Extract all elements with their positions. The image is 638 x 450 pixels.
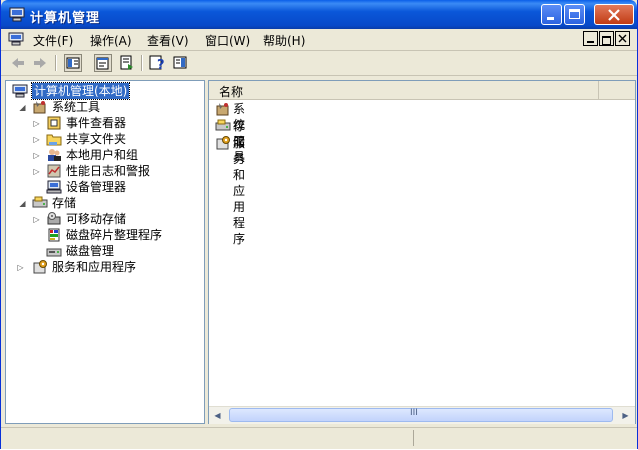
collapse-icon[interactable]: ◢ [18, 103, 27, 112]
services-apps-icon [33, 260, 47, 274]
export-list-icon[interactable] [118, 54, 136, 72]
removable-storage-icon [47, 212, 61, 225]
expand-icon[interactable]: ▷ [32, 119, 41, 128]
tree-item-label: 本地用户和组 [66, 148, 139, 162]
users-groups-icon [48, 149, 61, 161]
close-icon [608, 9, 620, 21]
tree-item-label: 设备管理器 [66, 180, 127, 194]
maximize-icon [569, 9, 580, 19]
disk-management-icon [46, 248, 62, 257]
menu-file[interactable]: 文件(F) [33, 32, 73, 49]
services-apps-icon [216, 136, 230, 150]
tree-item-label: 存储 [52, 196, 77, 210]
tree-item-label: 共享文件夹 [66, 132, 127, 146]
menu-bar: 文件(F) 操作(A) 查看(V) 窗口(W) 帮助(H) [1, 29, 637, 51]
properties-icon [96, 57, 109, 70]
mdi-close-button[interactable] [615, 31, 630, 46]
tree-item-label: 事件查看器 [66, 116, 127, 130]
tree-item-label: 磁盘碎片整理程序 [66, 228, 163, 242]
device-manager-icon [46, 180, 62, 194]
show-hide-action-pane-icon[interactable] [171, 54, 189, 72]
column-header-row: 名称 [209, 81, 635, 100]
scrollbar-grip: III [410, 408, 418, 418]
scroll-right-icon[interactable]: ▶ [617, 407, 634, 424]
scrollbar-thumb[interactable]: III [229, 408, 613, 422]
expand-icon[interactable]: ▷ [32, 151, 41, 160]
tree-item-perf-logs[interactable]: ▷ 性能日志和警报 [30, 163, 200, 179]
tree-item-system-tools[interactable]: ◢ 系统工具 [10, 99, 200, 115]
window-title: 计算机管理 [30, 11, 101, 26]
tree-item-label: 系统工具 [52, 100, 101, 114]
tree-item-storage[interactable]: ◢ 存储 [10, 195, 200, 211]
menu-window[interactable]: 窗口(W) [205, 32, 250, 49]
tree-item-defrag[interactable]: 磁盘碎片整理程序 [30, 227, 200, 243]
expand-icon[interactable]: ▷ [32, 135, 41, 144]
menu-action[interactable]: 操作(A) [90, 32, 132, 49]
column-header-name[interactable]: 名称 [209, 81, 599, 99]
tree-item-label: 服务和应用程序 [52, 260, 137, 274]
tree-item-disk-management[interactable]: 磁盘管理 [30, 243, 200, 259]
system-tools-icon [33, 101, 46, 114]
svg-text:?: ? [157, 58, 165, 72]
tree-root-label: 计算机管理(本地) [30, 82, 131, 100]
computer-management-window: 计算机管理 文件(F) 操作(A) 查看(V) 窗口(W) 帮助(H) ? 计算… [0, 0, 638, 449]
properties-button[interactable] [94, 54, 112, 72]
back-icon[interactable] [9, 54, 27, 72]
defrag-icon [48, 228, 60, 242]
details-pane[interactable]: 名称 系统工具 存储 服务和应用程序 ◀ III ▶ [208, 80, 636, 424]
computer-icon [9, 7, 25, 22]
toolbar-separator [55, 55, 57, 71]
column-header-label: 名称 [219, 85, 244, 99]
perf-logs-icon [47, 164, 61, 178]
tree-item-event-viewer[interactable]: ▷ 事件查看器 [30, 115, 200, 131]
status-bar-panel [413, 430, 636, 446]
system-tools-icon [216, 103, 229, 116]
minimize-icon [587, 41, 594, 43]
menu-view[interactable]: 查看(V) [147, 32, 189, 49]
minimize-button[interactable] [541, 4, 562, 25]
horizontal-scrollbar[interactable]: ◀ III ▶ [209, 406, 635, 424]
computer-icon [12, 84, 28, 98]
forward-icon[interactable] [31, 54, 49, 72]
storage-icon [215, 119, 231, 131]
toolbar-separator [141, 55, 143, 71]
event-viewer-icon [47, 116, 61, 130]
tree-item-services-apps[interactable]: ▷ 服务和应用程序 [10, 259, 200, 275]
tree-item-removable-storage[interactable]: ▷ 可移动存储 [30, 211, 200, 227]
expand-icon[interactable]: ▷ [16, 263, 25, 272]
storage-icon [32, 196, 48, 208]
minimize-icon [547, 17, 554, 20]
show-hide-tree-button[interactable] [64, 54, 82, 72]
tree-item-shared-folders[interactable]: ▷ 共享文件夹 [30, 131, 200, 147]
help-icon[interactable]: ? [148, 54, 166, 72]
expand-icon[interactable]: ▷ [32, 215, 41, 224]
tree-item-label: 可移动存储 [66, 212, 127, 226]
tree-item-device-manager[interactable]: 设备管理器 [30, 179, 200, 195]
show-hide-tree-icon [66, 57, 80, 69]
toolbar: ? [1, 51, 637, 76]
tree-item-label: 磁盘管理 [66, 244, 115, 258]
console-tree[interactable]: 计算机管理(本地) ◢ 系统工具 ▷ 事件查看器 ▷ 共享文件夹 ▷ 本地用户和… [5, 80, 205, 424]
restore-icon [602, 36, 611, 45]
mdi-minimize-button[interactable] [583, 31, 598, 46]
close-button[interactable] [594, 4, 634, 25]
expand-icon[interactable]: ▷ [32, 167, 41, 176]
close-icon [618, 34, 627, 43]
scroll-left-icon[interactable]: ◀ [209, 407, 226, 424]
tree-item-local-users-groups[interactable]: ▷ 本地用户和组 [30, 147, 200, 163]
tree-item-label: 性能日志和警报 [66, 164, 151, 178]
mdi-restore-button[interactable] [599, 31, 614, 46]
maximize-button[interactable] [564, 4, 585, 25]
collapse-icon[interactable]: ◢ [18, 199, 27, 208]
status-bar [1, 427, 637, 449]
menu-help[interactable]: 帮助(H) [263, 32, 305, 49]
computer-icon[interactable] [8, 32, 24, 46]
shared-folder-icon [46, 134, 62, 146]
title-bar[interactable]: 计算机管理 [1, 0, 637, 29]
list-item-label: 服务和应用程序 [233, 136, 246, 246]
